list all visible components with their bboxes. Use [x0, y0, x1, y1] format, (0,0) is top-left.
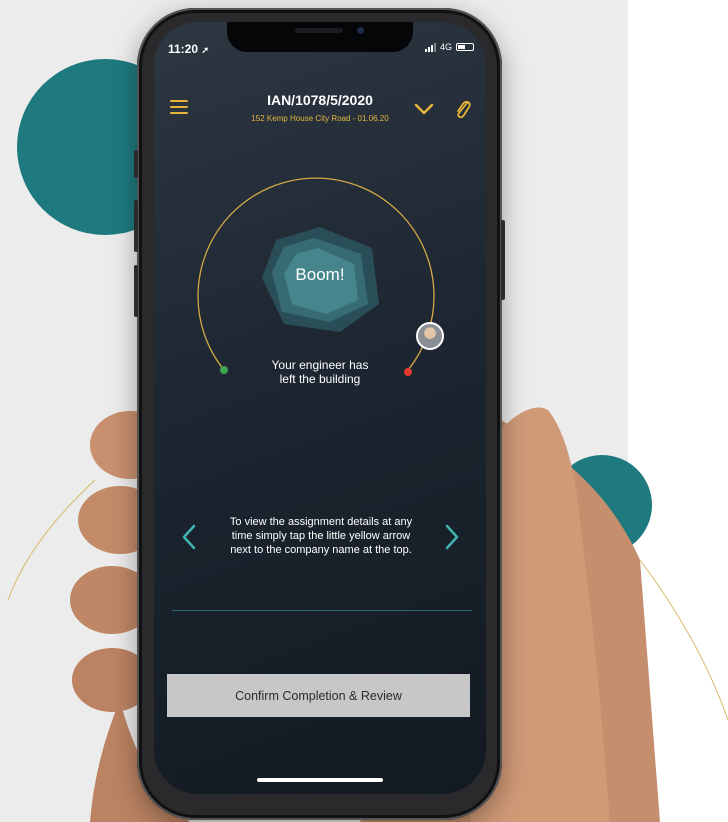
tip-line3: next to the company name at the top. [230, 544, 412, 556]
phone-volume-up [134, 200, 138, 252]
boom-label: Boom! [295, 265, 345, 284]
status-message-line1: Your engineer has [271, 358, 369, 372]
divider [172, 610, 472, 611]
status-message: Your engineer has left the building [230, 358, 410, 386]
confirm-completion-button[interactable]: Confirm Completion & Review [167, 674, 470, 717]
engineer-avatar[interactable] [416, 322, 444, 350]
phone-mute-switch [134, 150, 138, 178]
tip-line2: time simply tap the little yellow arrow [231, 530, 411, 542]
app-screen: 11:20 ➚ 4G IAN/1078/5/2020 152 Kemp Hous… [154, 22, 486, 794]
tip-line1: To view the assignment details at any [229, 516, 413, 528]
status-message-line2: left the building [279, 372, 361, 386]
arc-start-dot [220, 366, 228, 374]
phone-volume-down [134, 265, 138, 317]
chevron-right-icon[interactable] [445, 524, 459, 550]
phone-power-button [501, 220, 505, 300]
tip-text: To view the assignment details at any ti… [208, 515, 434, 557]
home-indicator[interactable] [257, 778, 383, 782]
chevron-left-icon[interactable] [182, 524, 196, 550]
